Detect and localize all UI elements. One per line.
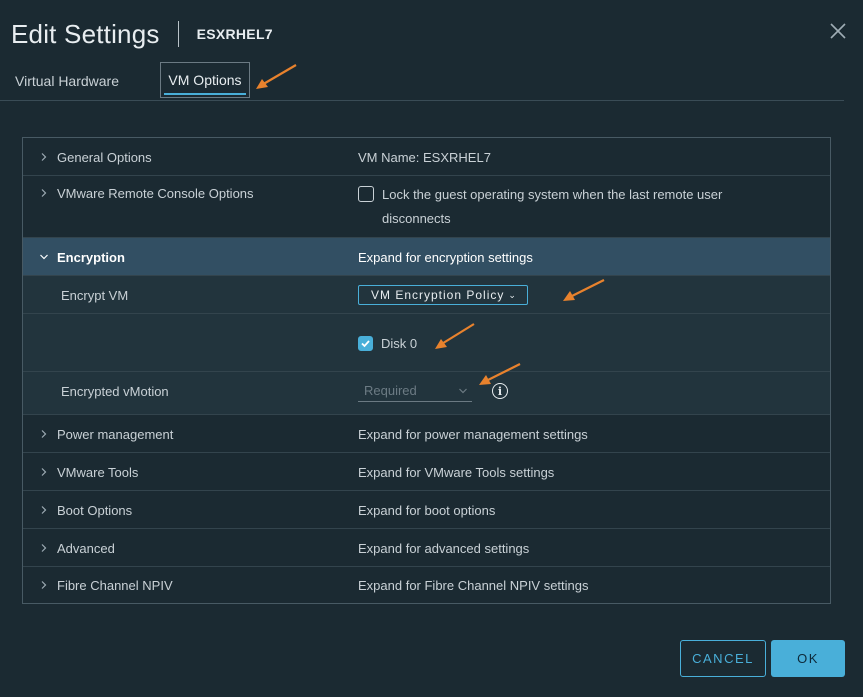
chevron-right-icon	[41, 544, 47, 552]
cancel-button[interactable]: CANCEL	[680, 640, 766, 677]
row-hint: Expand for power management settings	[358, 426, 588, 442]
row-vmware-tools[interactable]: VMware Tools Expand for VMware Tools set…	[23, 453, 830, 491]
dialog-title: Edit Settings	[11, 18, 160, 49]
row-advanced[interactable]: Advanced Expand for advanced settings	[23, 529, 830, 567]
chevron-right-icon	[41, 468, 47, 476]
row-label: Advanced	[57, 540, 115, 556]
row-hint: Expand for boot options	[358, 502, 496, 518]
chevron-down-icon	[40, 254, 48, 260]
ok-button[interactable]: OK	[771, 640, 845, 677]
tab-virtual-hardware[interactable]: Virtual Hardware	[15, 62, 119, 100]
title-divider	[177, 21, 179, 47]
lock-guest-os-label-cont: disconnects	[382, 210, 451, 226]
encryption-hint: Expand for encryption settings	[358, 249, 533, 265]
row-fibre-channel-npiv[interactable]: Fibre Channel NPIV Expand for Fibre Chan…	[23, 567, 830, 603]
row-label: VMware Remote Console Options	[57, 185, 254, 201]
chevron-right-icon	[41, 430, 47, 438]
info-icon[interactable]: i	[492, 383, 508, 399]
chevron-down-icon	[459, 388, 467, 393]
row-label: VMware Tools	[57, 464, 139, 480]
row-encryption[interactable]: Encryption Expand for encryption setting…	[23, 238, 830, 276]
row-power-management[interactable]: Power management Expand for power manage…	[23, 415, 830, 453]
dialog-header: Edit Settings ESXRHEL7	[11, 14, 273, 54]
vm-name-value: VM Name: ESXRHEL7	[358, 149, 491, 165]
row-label: General Options	[57, 149, 152, 165]
disk-0-label: Disk 0	[381, 335, 418, 351]
row-boot-options[interactable]: Boot Options Expand for boot options	[23, 491, 830, 529]
encryption-policy-dropdown[interactable]: VM Encryption Policy ⌄	[358, 285, 528, 305]
close-icon[interactable]	[829, 22, 847, 40]
row-label: Encrypted vMotion	[61, 383, 169, 399]
chevron-right-icon	[41, 189, 47, 197]
tab-bar: Virtual Hardware VM Options	[0, 62, 844, 101]
dropdown-caret-icon: ⌄	[508, 289, 517, 300]
row-hint: Expand for Fibre Channel NPIV settings	[358, 577, 589, 593]
checkmark-icon	[361, 339, 370, 347]
lock-guest-os-checkbox[interactable]	[358, 186, 374, 202]
policy-label: VM Encryption Policy	[371, 288, 505, 302]
chevron-right-icon	[41, 581, 47, 589]
row-label: Fibre Channel NPIV	[57, 577, 173, 593]
row-disk: Disk 0	[23, 314, 830, 372]
row-encrypt-vm: Encrypt VM VM Encryption Policy ⌄	[23, 276, 830, 314]
row-encrypted-vmotion: Encrypted vMotion Required i	[23, 372, 830, 415]
chevron-right-icon	[41, 506, 47, 514]
row-label: Encrypt VM	[61, 287, 129, 303]
row-label: Power management	[57, 426, 174, 442]
chevron-right-icon	[41, 153, 47, 161]
row-label: Boot Options	[57, 502, 133, 518]
disk-0-checkbox[interactable]	[358, 335, 373, 351]
row-remote-console-options[interactable]: VMware Remote Console Options Lock the g…	[23, 176, 830, 238]
tab-vm-options[interactable]: VM Options	[160, 62, 250, 98]
row-label: Encryption	[57, 249, 125, 265]
encrypted-vmotion-select[interactable]: Required	[358, 380, 472, 402]
lock-guest-os-label: Lock the guest operating system when the…	[382, 186, 723, 202]
row-hint: Expand for VMware Tools settings	[358, 464, 555, 480]
select-value: Required	[364, 383, 417, 398]
vm-name-subtitle: ESXRHEL7	[196, 26, 273, 42]
row-hint: Expand for advanced settings	[358, 540, 530, 556]
settings-panel: General Options VM Name: ESXRHEL7 VMware…	[22, 137, 831, 604]
row-general-options[interactable]: General Options VM Name: ESXRHEL7	[23, 138, 830, 176]
